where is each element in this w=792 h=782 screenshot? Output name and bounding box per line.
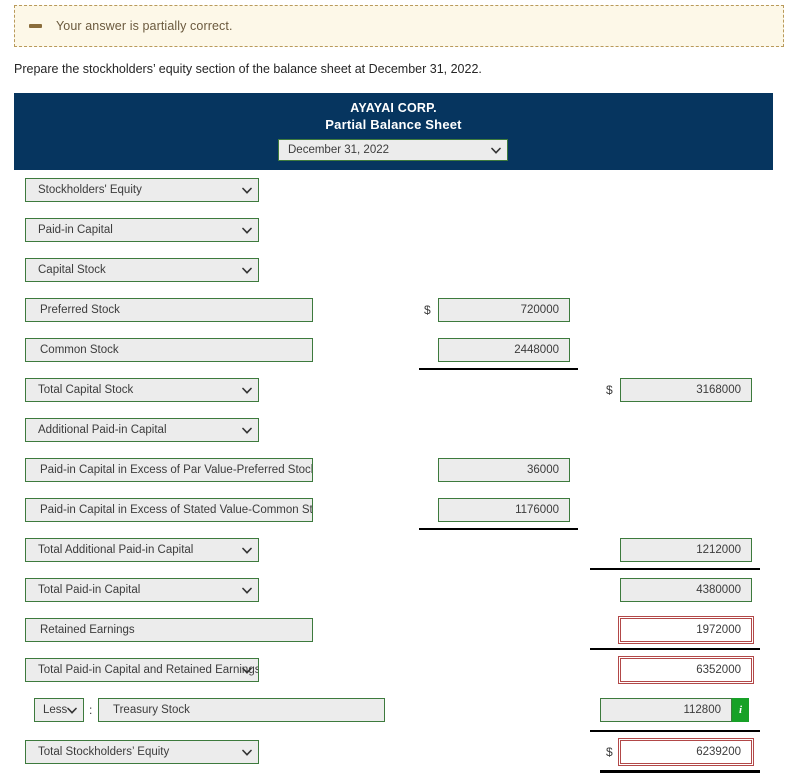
status-banner: Your answer is partially correct. <box>14 5 784 47</box>
table-row: Total Stockholders’ Equity $ 6239200 <box>0 738 792 766</box>
total-rule <box>600 770 760 773</box>
table-row: Retained Earnings 1972000 <box>0 616 792 644</box>
table-row: Total Paid-in Capital and Retained Earni… <box>0 656 792 684</box>
amount-input[interactable]: 1176000 <box>438 498 570 522</box>
currency-symbol: $ <box>606 745 613 759</box>
account-select-value: Total Paid-in Capital and Retained Earni… <box>38 664 259 676</box>
table-row: Capital Stock <box>0 258 792 284</box>
account-select[interactable]: Total Paid-in Capital and Retained Earni… <box>25 658 259 682</box>
account-select-value: Additional Paid-in Capital <box>38 424 167 436</box>
amount-input[interactable]: 3168000 <box>620 378 752 402</box>
amount-input-incorrect[interactable]: 6239200 <box>618 738 754 766</box>
table-row: Paid-in Capital in Excess of Par Value-P… <box>0 458 792 484</box>
amount-input[interactable]: 1212000 <box>620 538 752 562</box>
account-select[interactable]: Total Additional Paid-in Capital <box>25 538 259 562</box>
info-icon[interactable]: i <box>732 698 749 722</box>
account-select-value: Total Additional Paid-in Capital <box>38 544 194 556</box>
status-banner-text: Your answer is partially correct. <box>56 19 233 33</box>
account-label-input[interactable]: Preferred Stock <box>25 298 313 322</box>
table-row: Stockholders' Equity <box>0 178 792 204</box>
colon-separator: : <box>89 703 93 717</box>
account-label-input[interactable]: Paid-in Capital in Excess of Par Value-P… <box>25 458 313 482</box>
account-select[interactable]: Total Stockholders’ Equity <box>25 740 259 764</box>
account-select-value: Total Stockholders’ Equity <box>38 746 170 758</box>
account-select[interactable]: Total Paid-in Capital <box>25 578 259 602</box>
dash-icon <box>29 24 42 28</box>
amount-input-incorrect[interactable]: 1972000 <box>618 616 754 644</box>
subtotal-rule <box>419 368 578 370</box>
chevron-down-icon <box>242 546 252 555</box>
amount-input[interactable]: 2448000 <box>438 338 570 362</box>
table-row: Less : Treasury Stock 112800 i <box>0 698 792 724</box>
less-select-value: Less <box>43 704 68 716</box>
chevron-down-icon <box>242 386 252 395</box>
balance-sheet-exercise: Your answer is partially correct. Prepar… <box>0 0 792 782</box>
amount-input[interactable]: 36000 <box>438 458 570 482</box>
chevron-down-icon <box>242 748 252 757</box>
account-select[interactable]: Capital Stock <box>25 258 259 282</box>
table-row: Total Additional Paid-in Capital 1212000 <box>0 538 792 564</box>
account-label-input[interactable]: Treasury Stock <box>98 698 385 722</box>
chevron-down-icon <box>67 706 77 715</box>
account-select[interactable]: Paid-in Capital <box>25 218 259 242</box>
less-select[interactable]: Less <box>34 698 84 722</box>
amount-input[interactable]: 4380000 <box>620 578 752 602</box>
chevron-down-icon <box>491 146 501 155</box>
subtotal-rule <box>419 528 578 530</box>
account-label-input[interactable]: Paid-in Capital in Excess of Stated Valu… <box>25 498 313 522</box>
chevron-down-icon <box>242 586 252 595</box>
statement-header: AYAYAI CORP. Partial Balance Sheet Decem… <box>14 93 773 170</box>
table-row: Paid-in Capital in Excess of Stated Valu… <box>0 498 792 524</box>
account-select-value: Total Paid-in Capital <box>38 584 141 596</box>
table-row: Common Stock 2448000 <box>0 338 792 364</box>
account-label-input[interactable]: Common Stock <box>25 338 313 362</box>
account-select-value: Total Capital Stock <box>38 384 134 396</box>
account-select-value: Paid-in Capital <box>38 224 113 236</box>
currency-symbol: $ <box>606 383 613 397</box>
table-row: Additional Paid-in Capital <box>0 418 792 444</box>
table-row: Total Capital Stock $ 3168000 <box>0 378 792 404</box>
account-select-value: Stockholders' Equity <box>38 184 142 196</box>
subtotal-rule <box>590 730 760 732</box>
subtotal-rule <box>590 568 760 570</box>
date-select[interactable]: December 31, 2022 <box>278 139 508 161</box>
amount-input[interactable]: 720000 <box>438 298 570 322</box>
company-name: AYAYAI CORP. <box>350 101 437 115</box>
amount-input[interactable]: 112800 <box>600 698 732 722</box>
subtotal-rule <box>590 648 760 650</box>
account-select[interactable]: Additional Paid-in Capital <box>25 418 259 442</box>
table-row: Paid-in Capital <box>0 218 792 244</box>
instruction-text: Prepare the stockholders’ equity section… <box>14 62 482 76</box>
chevron-down-icon <box>242 426 252 435</box>
chevron-down-icon <box>242 186 252 195</box>
date-select-value: December 31, 2022 <box>288 144 390 156</box>
currency-symbol: $ <box>424 303 431 317</box>
chevron-down-icon <box>242 266 252 275</box>
table-row: Total Paid-in Capital 4380000 <box>0 578 792 604</box>
amount-input-incorrect[interactable]: 6352000 <box>618 656 754 684</box>
account-select-value: Capital Stock <box>38 264 106 276</box>
account-select[interactable]: Stockholders' Equity <box>25 178 259 202</box>
chevron-down-icon <box>242 226 252 235</box>
statement-name: Partial Balance Sheet <box>325 117 462 132</box>
account-select[interactable]: Total Capital Stock <box>25 378 259 402</box>
account-label-input[interactable]: Retained Earnings <box>25 618 313 642</box>
table-row: Preferred Stock $ 720000 <box>0 298 792 324</box>
